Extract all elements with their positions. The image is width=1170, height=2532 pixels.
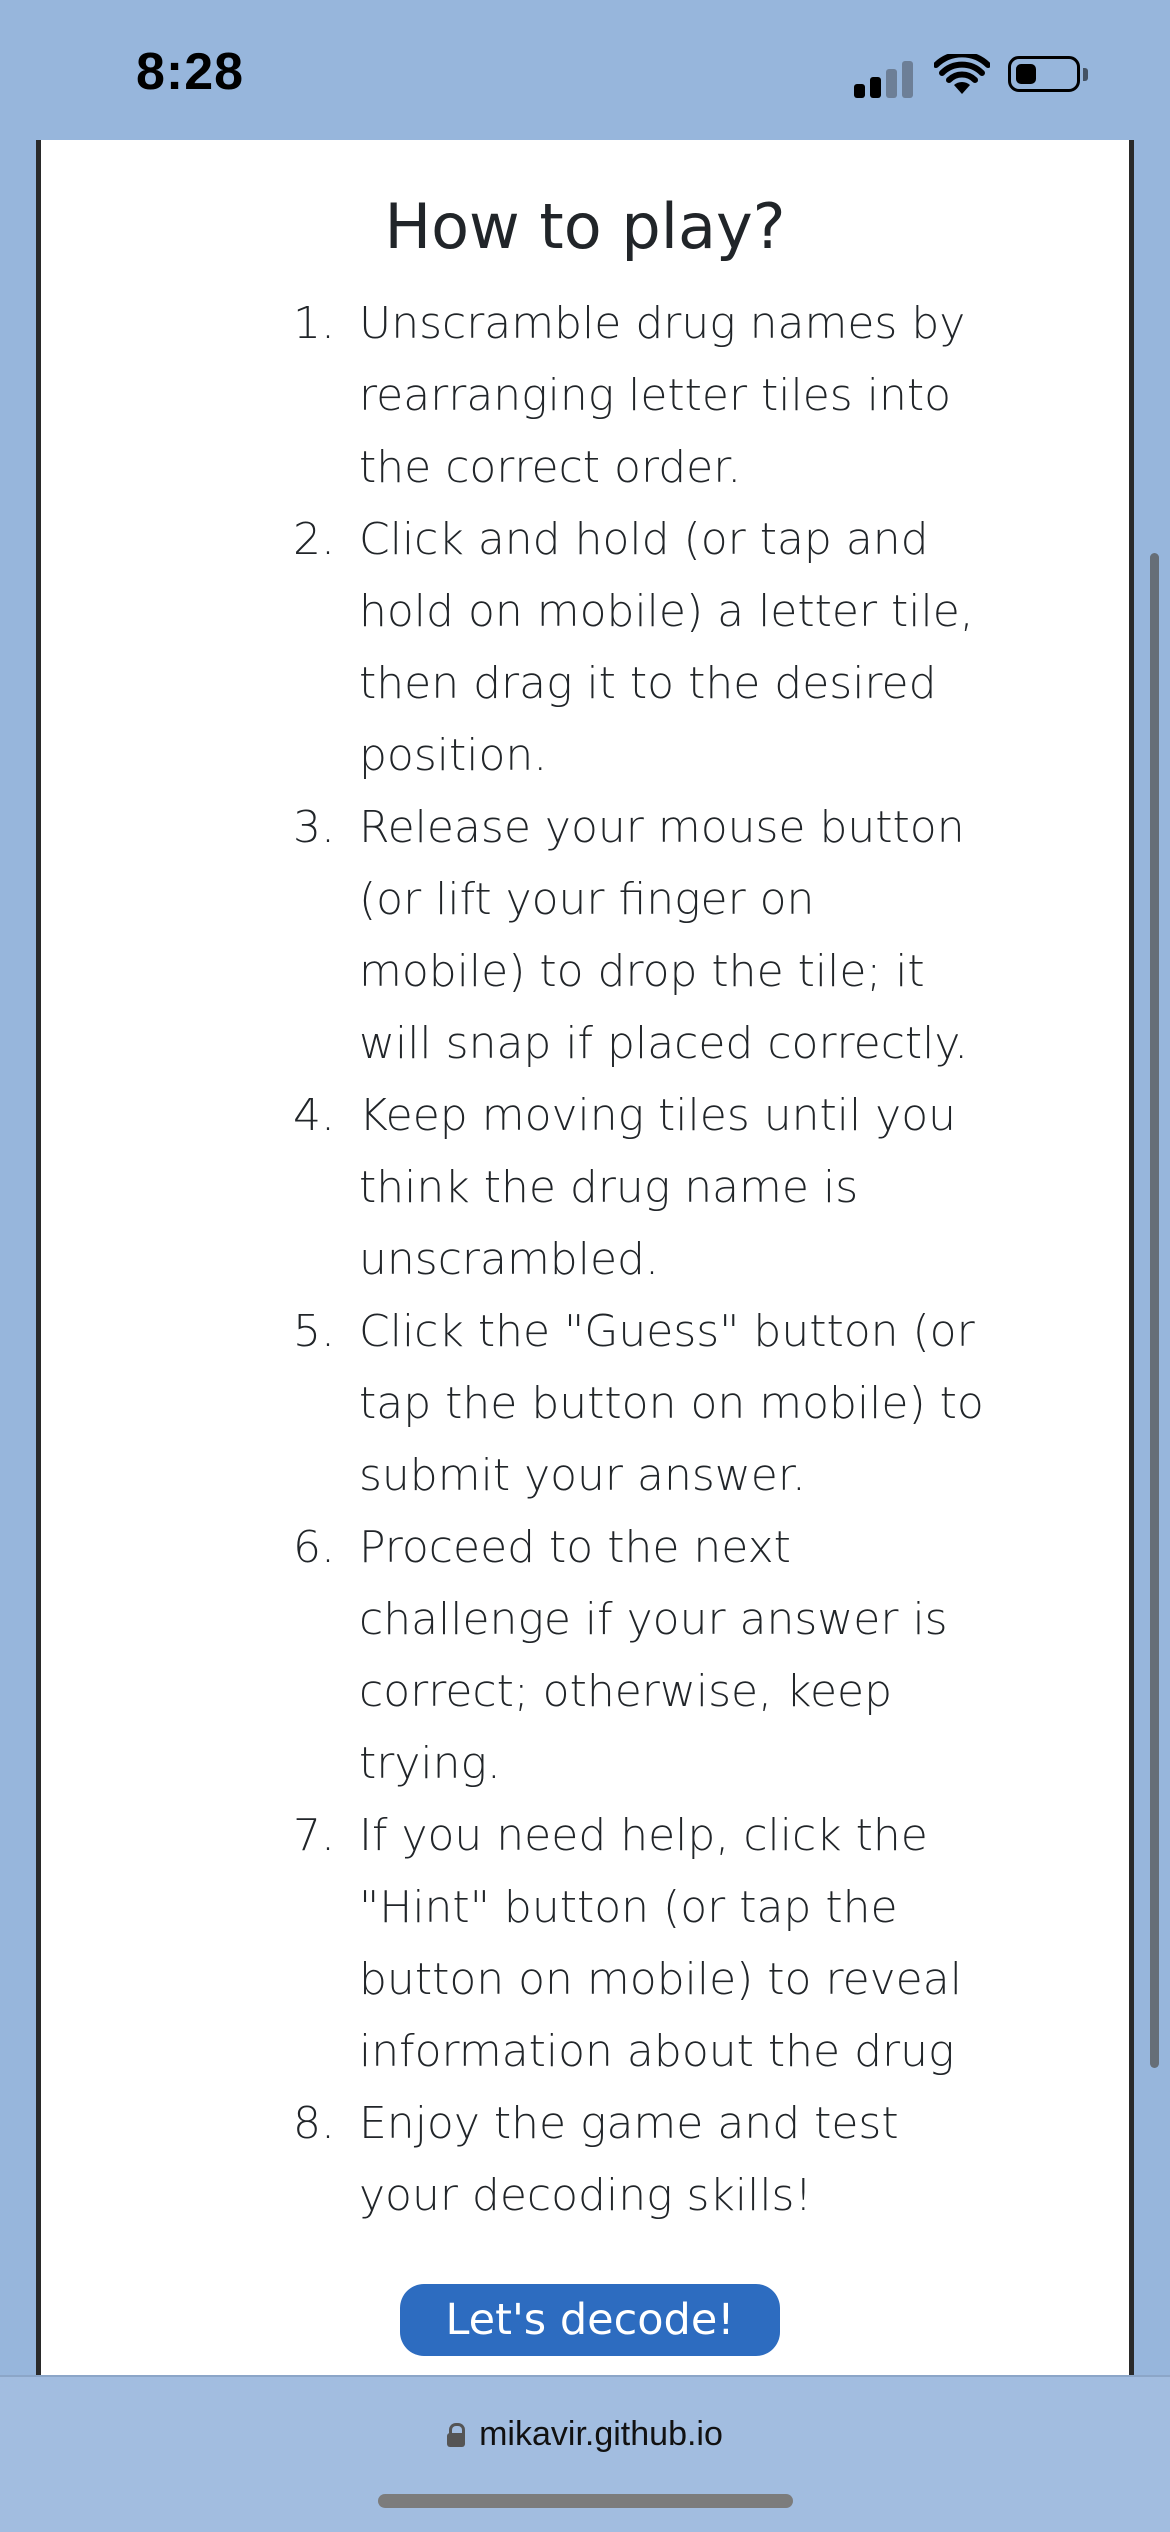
battery-level bbox=[1016, 64, 1036, 84]
page-scrollbar[interactable] bbox=[1150, 553, 1159, 2068]
step-text: Proceed to the next challenge if your an… bbox=[359, 1522, 948, 1789]
battery-icon bbox=[1008, 56, 1080, 92]
status-bar: 8:28 bbox=[0, 0, 1170, 140]
instructions-list: 1. Unscramble drug names by rearranging l… bbox=[225, 288, 985, 2232]
step-text: Click the "Guess" button (or tap the but… bbox=[359, 1306, 984, 1501]
step-number: 3. bbox=[293, 802, 335, 853]
list-item: 1. Unscramble drug names by rearranging l… bbox=[225, 288, 985, 504]
step-text: If you need help, click the "Hint" butto… bbox=[359, 1810, 962, 2077]
list-item: 7. If you need help, click the "Hint" but… bbox=[225, 1800, 985, 2088]
step-text: Click and hold (or tap and hold on mobil… bbox=[359, 514, 974, 781]
wifi-icon bbox=[934, 54, 990, 94]
step-number: 8. bbox=[293, 2098, 335, 2149]
url-display[interactable]: mikavir.github.io bbox=[0, 2415, 1170, 2454]
list-item: 8. Enjoy the game and test your decoding … bbox=[225, 2088, 985, 2232]
list-item: 4. Keep moving tiles until you think the … bbox=[225, 1080, 985, 1296]
step-number: 1. bbox=[293, 298, 335, 349]
battery-tip bbox=[1083, 68, 1088, 81]
home-indicator[interactable] bbox=[378, 2494, 793, 2508]
lock-icon bbox=[447, 2423, 466, 2447]
list-item: 5. Click the "Guess" button (or tap the b… bbox=[225, 1296, 985, 1512]
step-number: 4. bbox=[293, 1090, 335, 1141]
step-number: 6. bbox=[293, 1522, 335, 1573]
url-text: mikavir.github.io bbox=[479, 2415, 723, 2453]
step-number: 7. bbox=[293, 1810, 335, 1861]
step-text: Keep moving tiles until you think the dr… bbox=[359, 1090, 957, 1285]
step-number: 2. bbox=[293, 514, 335, 565]
status-time: 8:28 bbox=[136, 43, 245, 101]
step-text: Unscramble drug names by rearranging let… bbox=[359, 298, 966, 493]
cellular-signal-icon bbox=[854, 58, 914, 98]
list-item: 3. Release your mouse button (or lift you… bbox=[225, 792, 985, 1080]
step-text: Enjoy the game and test your decoding sk… bbox=[359, 2098, 899, 2221]
modal-title: How to play? bbox=[384, 190, 786, 263]
browser-url-bar[interactable]: mikavir.github.io bbox=[0, 2375, 1170, 2532]
lets-decode-button[interactable]: Let's decode! bbox=[400, 2284, 780, 2356]
list-item: 6. Proceed to the next challenge if your … bbox=[225, 1512, 985, 1800]
list-item: 2. Click and hold (or tap and hold on mob… bbox=[225, 504, 985, 792]
step-number: 5. bbox=[293, 1306, 335, 1357]
how-to-play-modal: How to play? 1. Unscramble drug names by … bbox=[36, 140, 1134, 2375]
step-text: Release your mouse button (or lift your … bbox=[359, 802, 969, 1069]
